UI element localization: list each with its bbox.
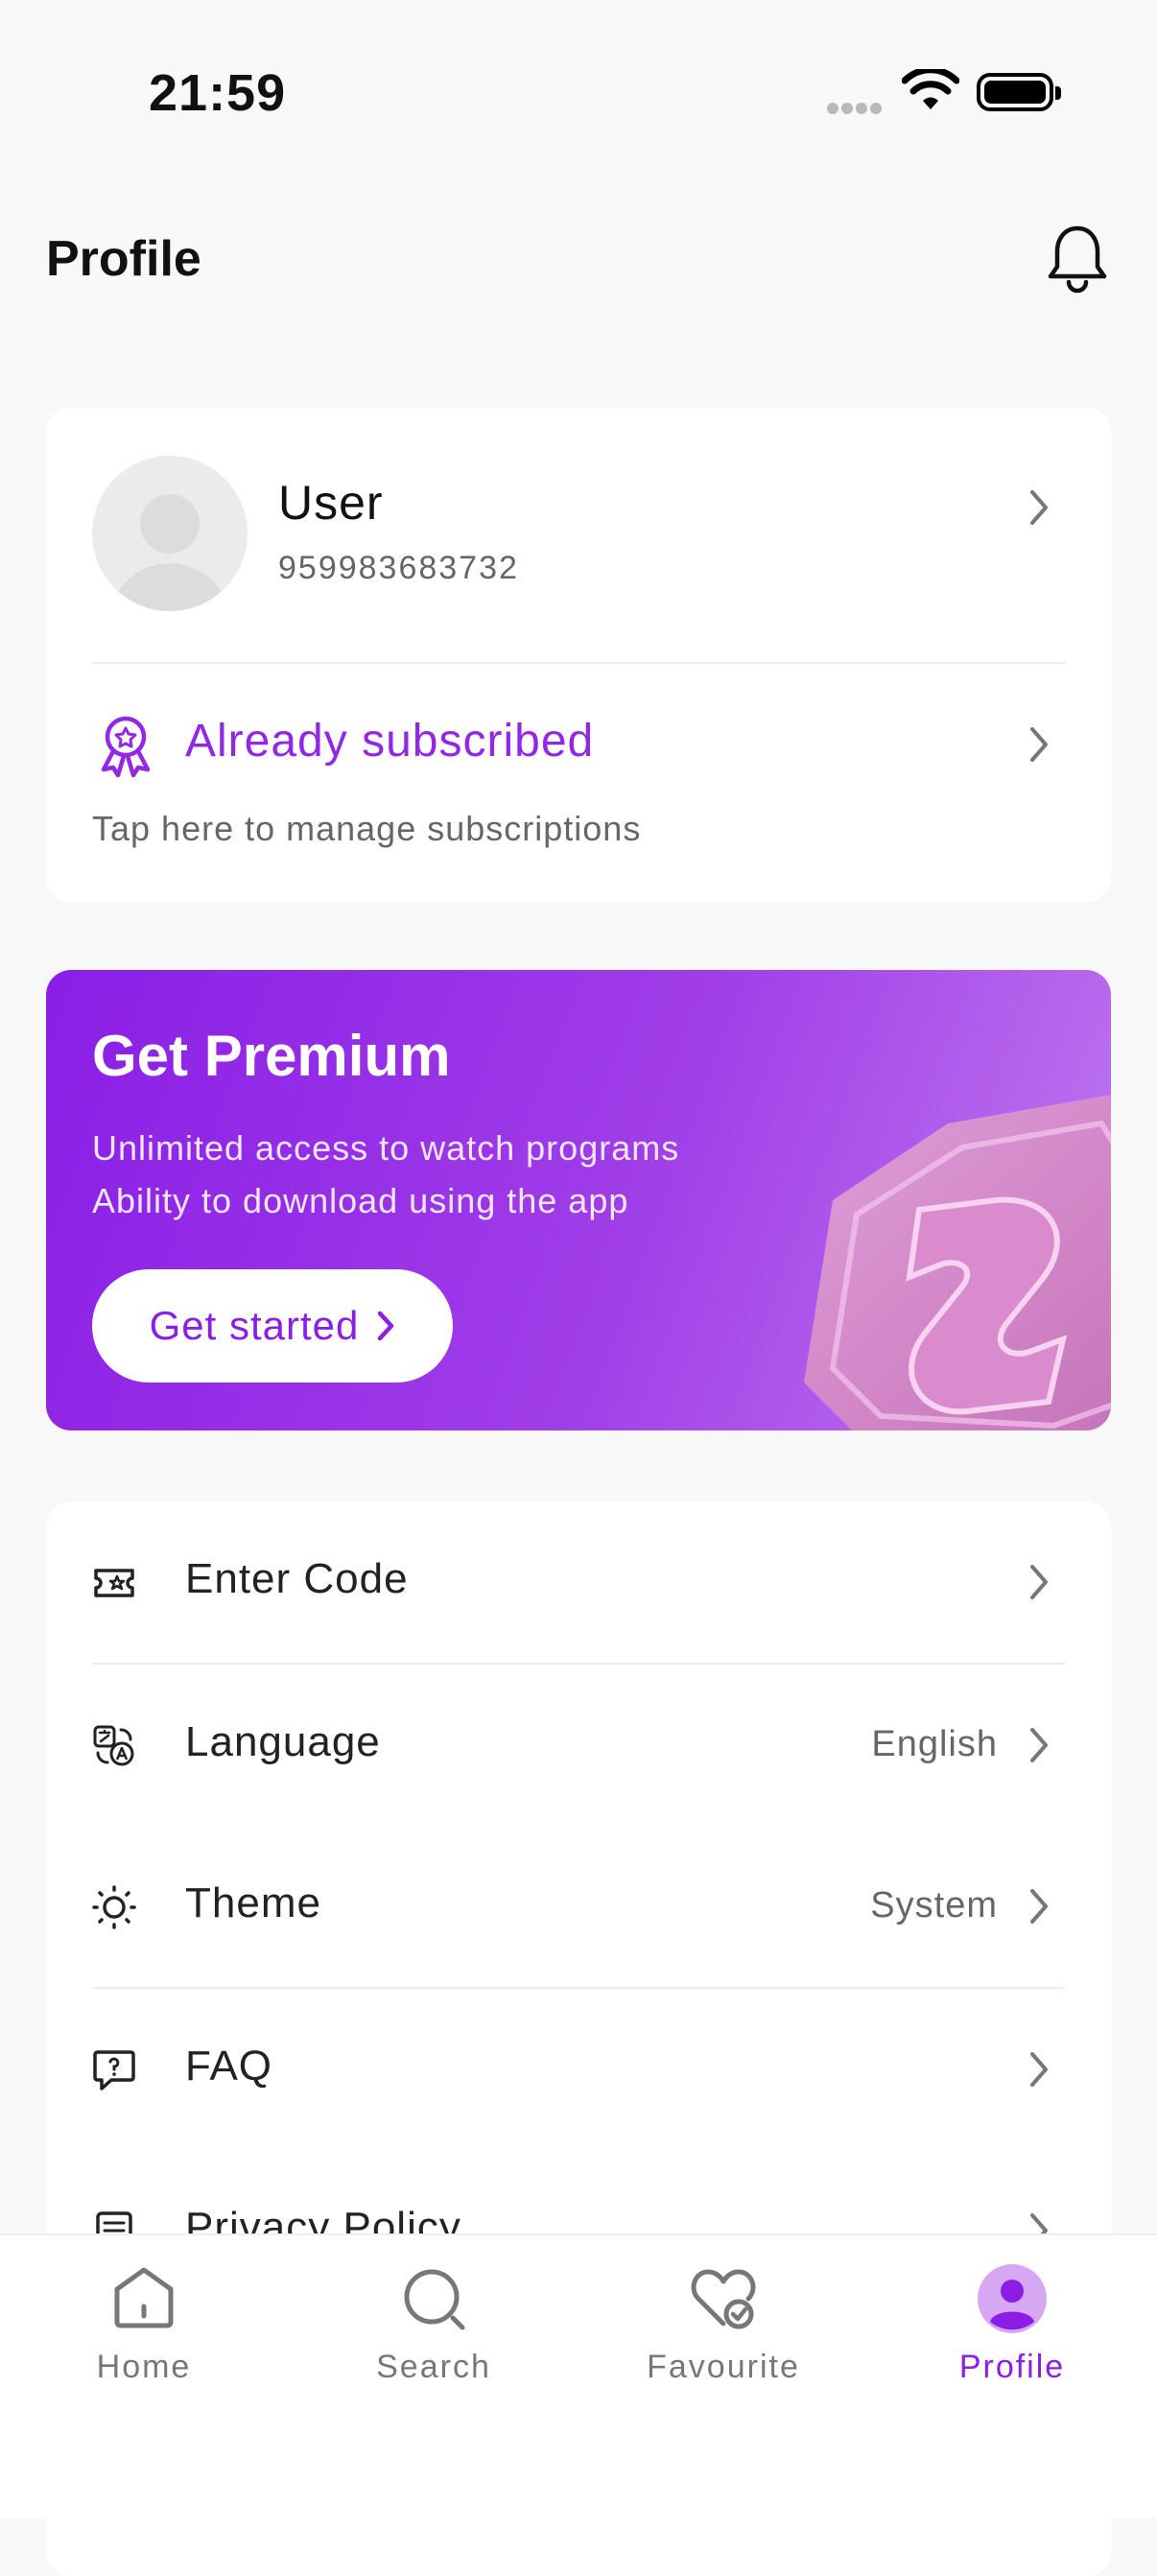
status-time: 21:59 <box>149 64 287 122</box>
ticket-icon <box>94 1569 134 1597</box>
promo-line: Ability to download using the app <box>92 1181 629 1220</box>
tab-home[interactable]: Home <box>48 2264 240 2386</box>
user-card: User 959983683732 Already subscribed Tap… <box>46 408 1111 902</box>
bell-icon[interactable] <box>1046 223 1109 295</box>
theme-value: System <box>870 1885 998 1926</box>
signal-icon <box>827 102 885 119</box>
search-icon <box>404 2269 465 2330</box>
get-started-label: Get started <box>149 1303 360 1348</box>
chevron-right-icon <box>1030 727 1048 762</box>
promo-line: Unlimited access to watch programs <box>92 1128 680 1168</box>
tab-label: Home <box>96 2349 192 2385</box>
wifi-icon <box>902 69 959 109</box>
language-value: English <box>871 1724 998 1764</box>
chevron-right-icon <box>1030 1728 1048 1762</box>
chevron-right-icon <box>1030 1889 1048 1924</box>
menu-item-faq[interactable]: FAQ <box>46 1989 1111 2152</box>
menu-item-label: Language <box>185 1718 381 1765</box>
tab-favourite[interactable]: Favourite <box>627 2264 819 2386</box>
question-bubble-icon <box>93 2050 135 2091</box>
tab-search[interactable]: Search <box>338 2264 530 2386</box>
premium-banner: Get Premium Unlimited access to watch pr… <box>46 970 1111 1430</box>
chevron-right-icon <box>1030 2052 1048 2087</box>
user-row[interactable]: User 959983683732 <box>46 408 1111 662</box>
home-icon <box>114 2267 174 2328</box>
bottom-tab-bar: Home Search Favourite Profile <box>0 2233 1157 2517</box>
menu-item-label: FAQ <box>185 2043 273 2090</box>
subscription-row[interactable]: Already subscribed Tap here to manage su… <box>46 664 1111 902</box>
tab-label: Profile <box>958 2349 1066 2385</box>
avatar <box>92 456 248 611</box>
premium-badge-graphic <box>804 1095 1111 1430</box>
user-phone: 959983683732 <box>278 550 519 586</box>
promo-title: Get Premium <box>92 1024 451 1088</box>
menu-item-language[interactable]: Language English <box>46 1665 1111 1828</box>
sun-icon <box>92 1885 136 1929</box>
chevron-right-icon <box>1030 490 1048 525</box>
subscription-title: Already subscribed <box>185 716 595 767</box>
tab-label: Search <box>376 2349 491 2385</box>
tab-profile[interactable]: Profile <box>916 2264 1108 2386</box>
chevron-right-icon <box>378 1311 394 1341</box>
menu-item-theme[interactable]: Theme System <box>46 1826 1111 1989</box>
award-icon <box>101 716 151 777</box>
menu-item-enter-code[interactable]: Enter Code <box>46 1501 1111 1665</box>
page-title: Profile <box>46 231 201 287</box>
subscription-description: Tap here to manage subscriptions <box>92 809 642 848</box>
tab-label: Favourite <box>647 2349 800 2385</box>
menu-item-label: Enter Code <box>185 1555 409 1602</box>
menu-item-label: Theme <box>185 1879 321 1926</box>
battery-icon <box>977 73 1061 111</box>
profile-icon <box>978 2264 1047 2333</box>
status-bar: 21:59 <box>0 0 1157 182</box>
chevron-right-icon <box>1030 1565 1048 1599</box>
heart-check-icon <box>691 2269 756 2329</box>
get-started-button[interactable]: Get started <box>92 1269 453 1383</box>
user-name: User <box>278 476 384 530</box>
translate-icon <box>93 1725 134 1766</box>
